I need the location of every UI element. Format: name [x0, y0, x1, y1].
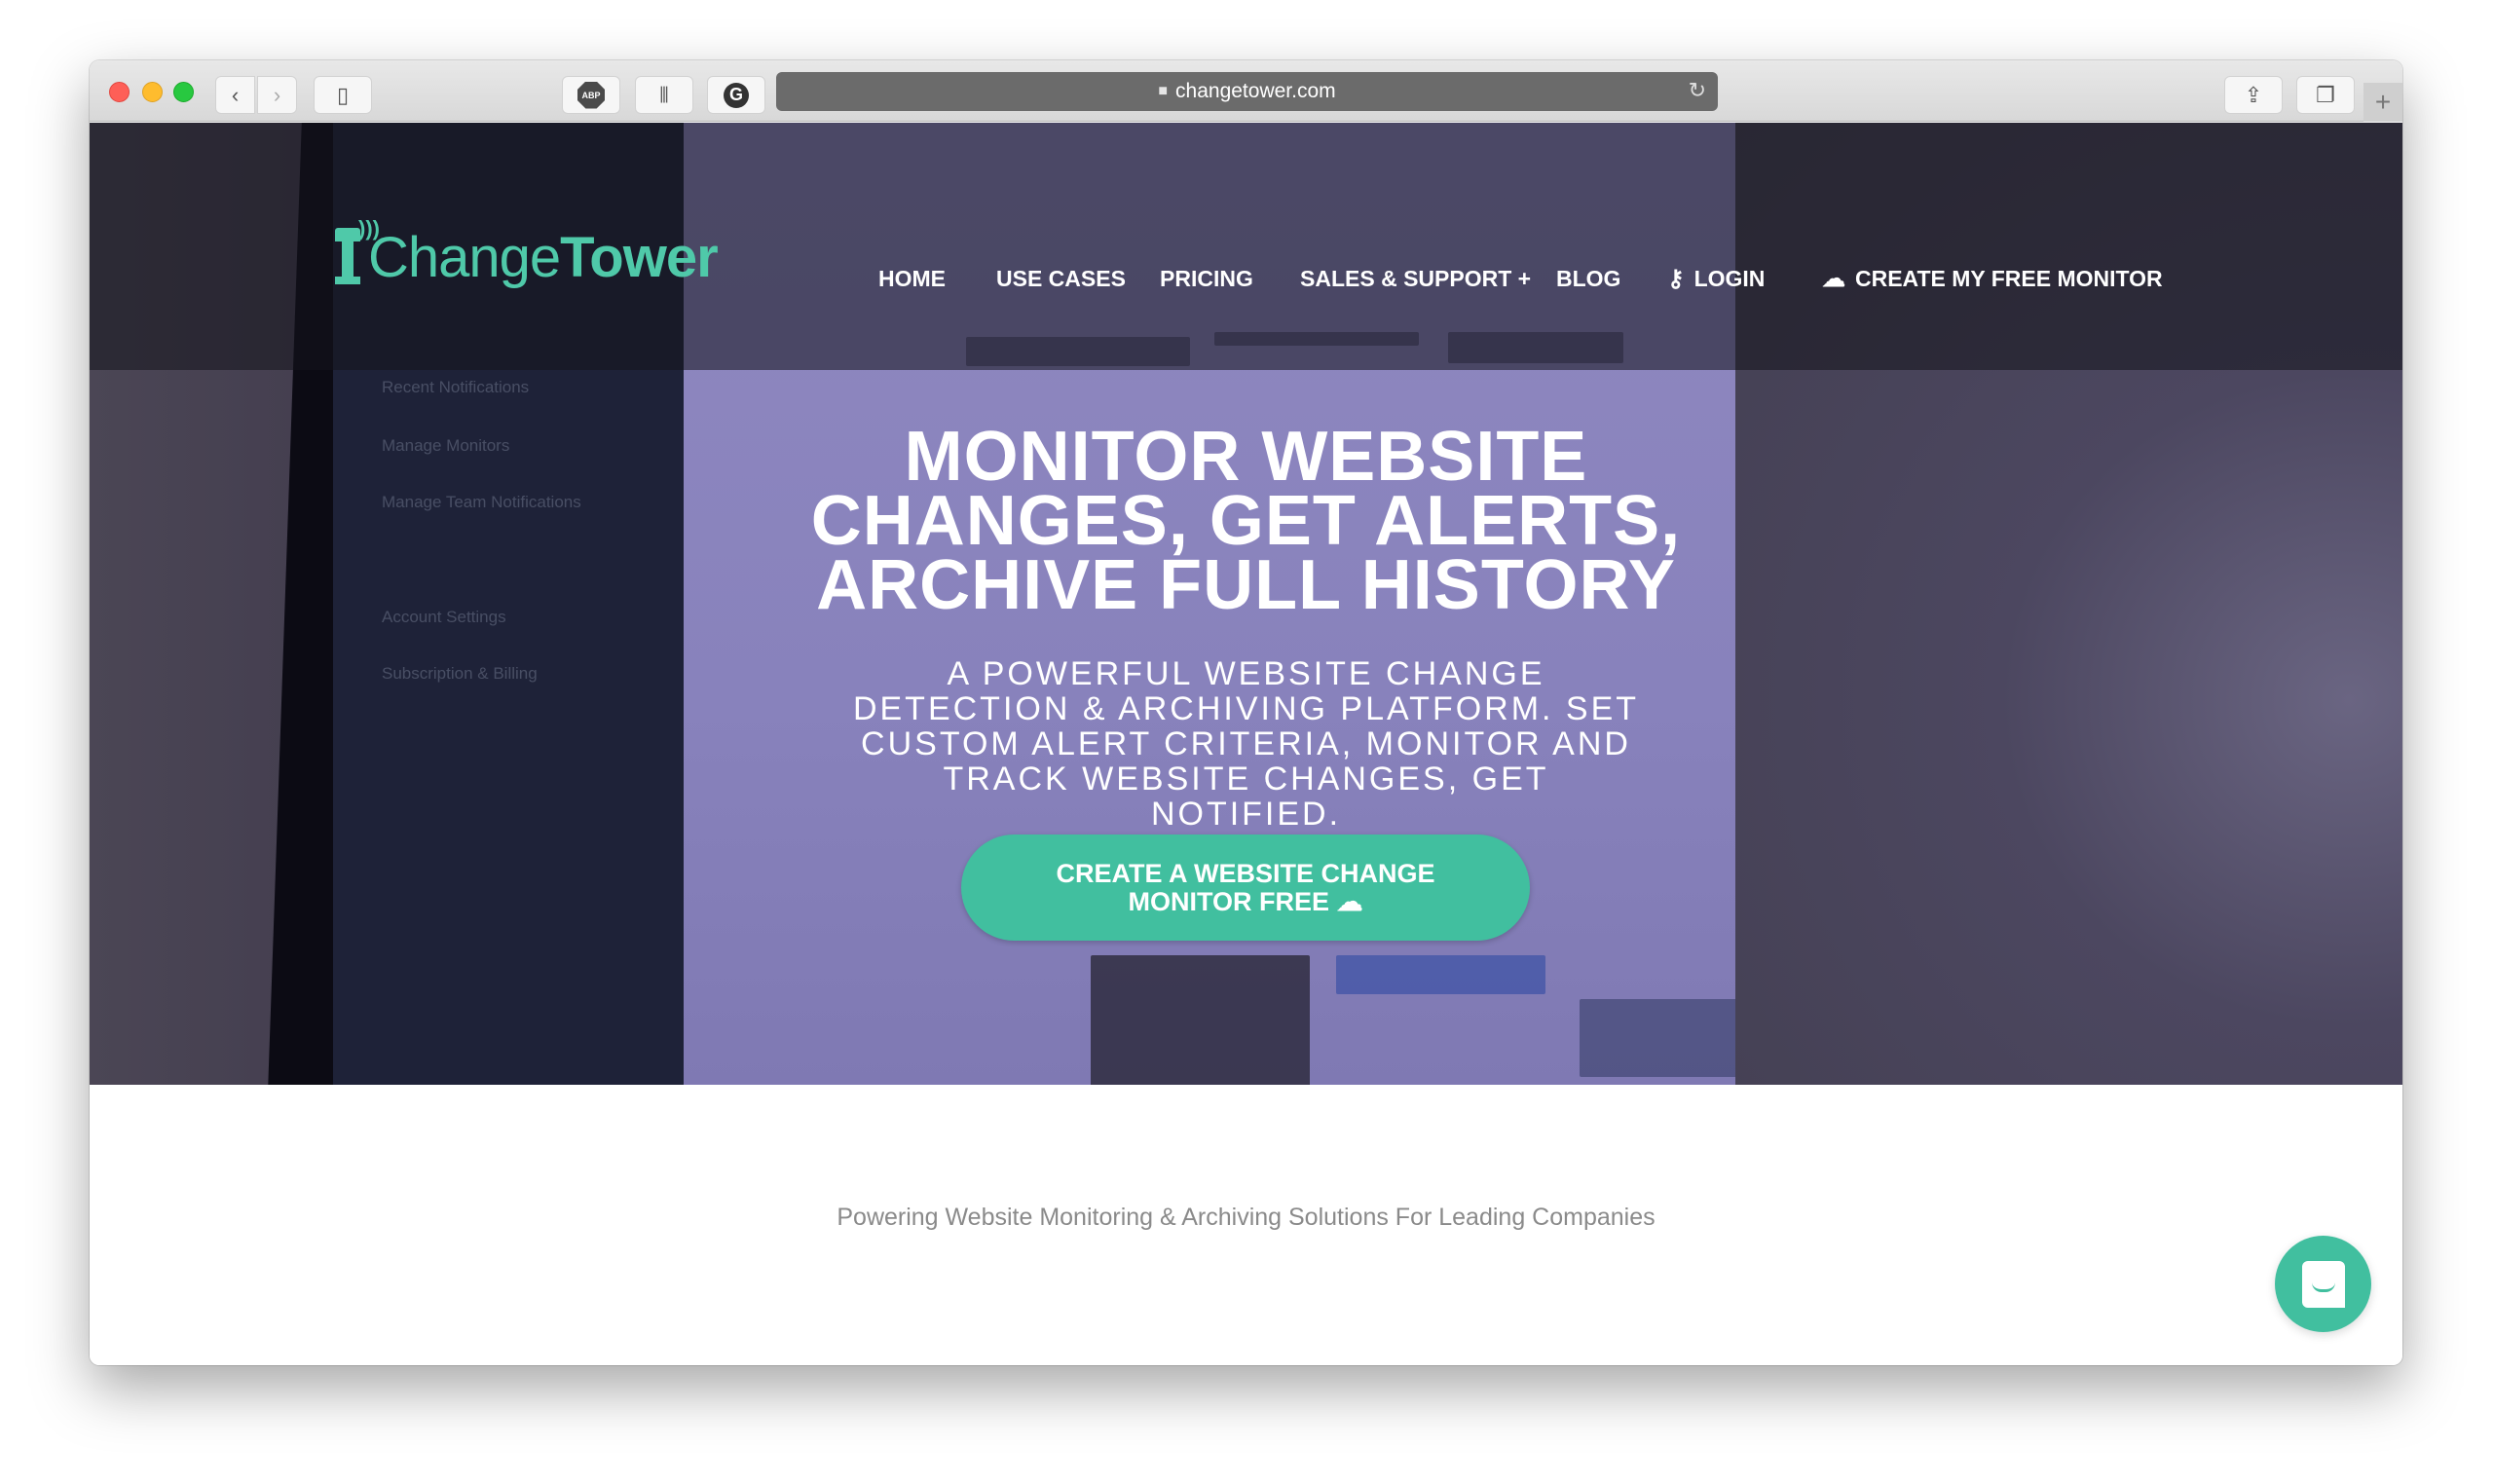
- reload-icon[interactable]: ↻: [1689, 78, 1706, 103]
- chevron-left-icon: ‹: [231, 82, 240, 107]
- sidebar-icon: ▯: [336, 82, 350, 107]
- tabs-icon: ❐: [2316, 82, 2335, 107]
- web-page: Recent Notifications Manage Monitors Man…: [90, 123, 2402, 1365]
- hero-section: Recent Notifications Manage Monitors Man…: [90, 123, 2402, 1085]
- back-button[interactable]: ‹: [215, 76, 255, 114]
- companies-tagline: Powering Website Monitoring & Archiving …: [837, 1204, 1656, 1231]
- show-tabs-button[interactable]: ❐: [2296, 76, 2355, 114]
- main-nav: HOME USE CASES PRICING SALES & SUPPORT +…: [90, 259, 2402, 298]
- share-icon: ⇪: [2244, 82, 2263, 107]
- browser-toolbar: ‹ › ▯ ABP ⦀ G ■ changetower.com ↻ ⇪ ❐ +: [90, 60, 2402, 122]
- chat-widget-button[interactable]: [2275, 1236, 2371, 1332]
- chevron-right-icon: ›: [273, 82, 281, 107]
- nav-create-free-monitor[interactable]: ☁ CREATE MY FREE MONITOR: [1822, 259, 2163, 298]
- hero-subheadline: A POWERFUL WEBSITE CHANGE DETECTION & AR…: [852, 655, 1640, 833]
- create-monitor-cta-button[interactable]: CREATE A WEBSITE CHANGE MONITOR FREE ☁: [961, 835, 1530, 941]
- nav-home[interactable]: HOME: [878, 259, 946, 298]
- bg-thumbnail: [1091, 955, 1310, 1085]
- browser-window: ‹ › ▯ ABP ⦀ G ■ changetower.com ↻ ⇪ ❐ + …: [90, 60, 2402, 1365]
- cloud-icon: ☁: [1822, 265, 1845, 292]
- minimize-window-button[interactable]: [142, 82, 163, 102]
- forward-button[interactable]: ›: [257, 76, 297, 114]
- sidebar-toggle-button[interactable]: ▯: [314, 76, 372, 114]
- adblock-icon: ABP: [577, 81, 605, 109]
- plus-icon: +: [2374, 87, 2392, 117]
- key-icon: ⚷: [1667, 265, 1685, 292]
- grammarly-icon: G: [724, 82, 749, 108]
- share-button[interactable]: ⇪: [2224, 76, 2283, 114]
- extension-button[interactable]: ⦀: [635, 76, 693, 114]
- nav-blog[interactable]: BLOG: [1556, 259, 1620, 298]
- bar-chart-icon: ⦀: [659, 82, 669, 107]
- close-window-button[interactable]: [109, 82, 130, 102]
- url-text: changetower.com: [1175, 80, 1336, 102]
- nav-login[interactable]: ⚷ LOGIN: [1667, 259, 1765, 298]
- chat-icon: [2301, 1260, 2345, 1308]
- adblock-extension-button[interactable]: ABP: [562, 76, 620, 114]
- bg-thumbnail: [1580, 999, 1745, 1077]
- lock-icon: ■: [1158, 83, 1169, 99]
- hero-headline: MONITOR WEBSITE CHANGES, GET ALERTS, ARC…: [810, 418, 1682, 624]
- bg-thumbnail: [1336, 955, 1545, 994]
- address-bar[interactable]: ■ changetower.com ↻: [776, 72, 1718, 111]
- new-tab-button[interactable]: +: [2363, 83, 2402, 122]
- nav-sales-support[interactable]: SALES & SUPPORT +: [1300, 259, 1531, 298]
- nav-pricing[interactable]: PRICING: [1160, 259, 1253, 298]
- zoom-window-button[interactable]: [173, 82, 194, 102]
- grammarly-extension-button[interactable]: G: [707, 76, 765, 114]
- nav-use-cases[interactable]: USE CASES: [996, 259, 1126, 298]
- bg-screen-item: Recent Notifications: [382, 378, 530, 396]
